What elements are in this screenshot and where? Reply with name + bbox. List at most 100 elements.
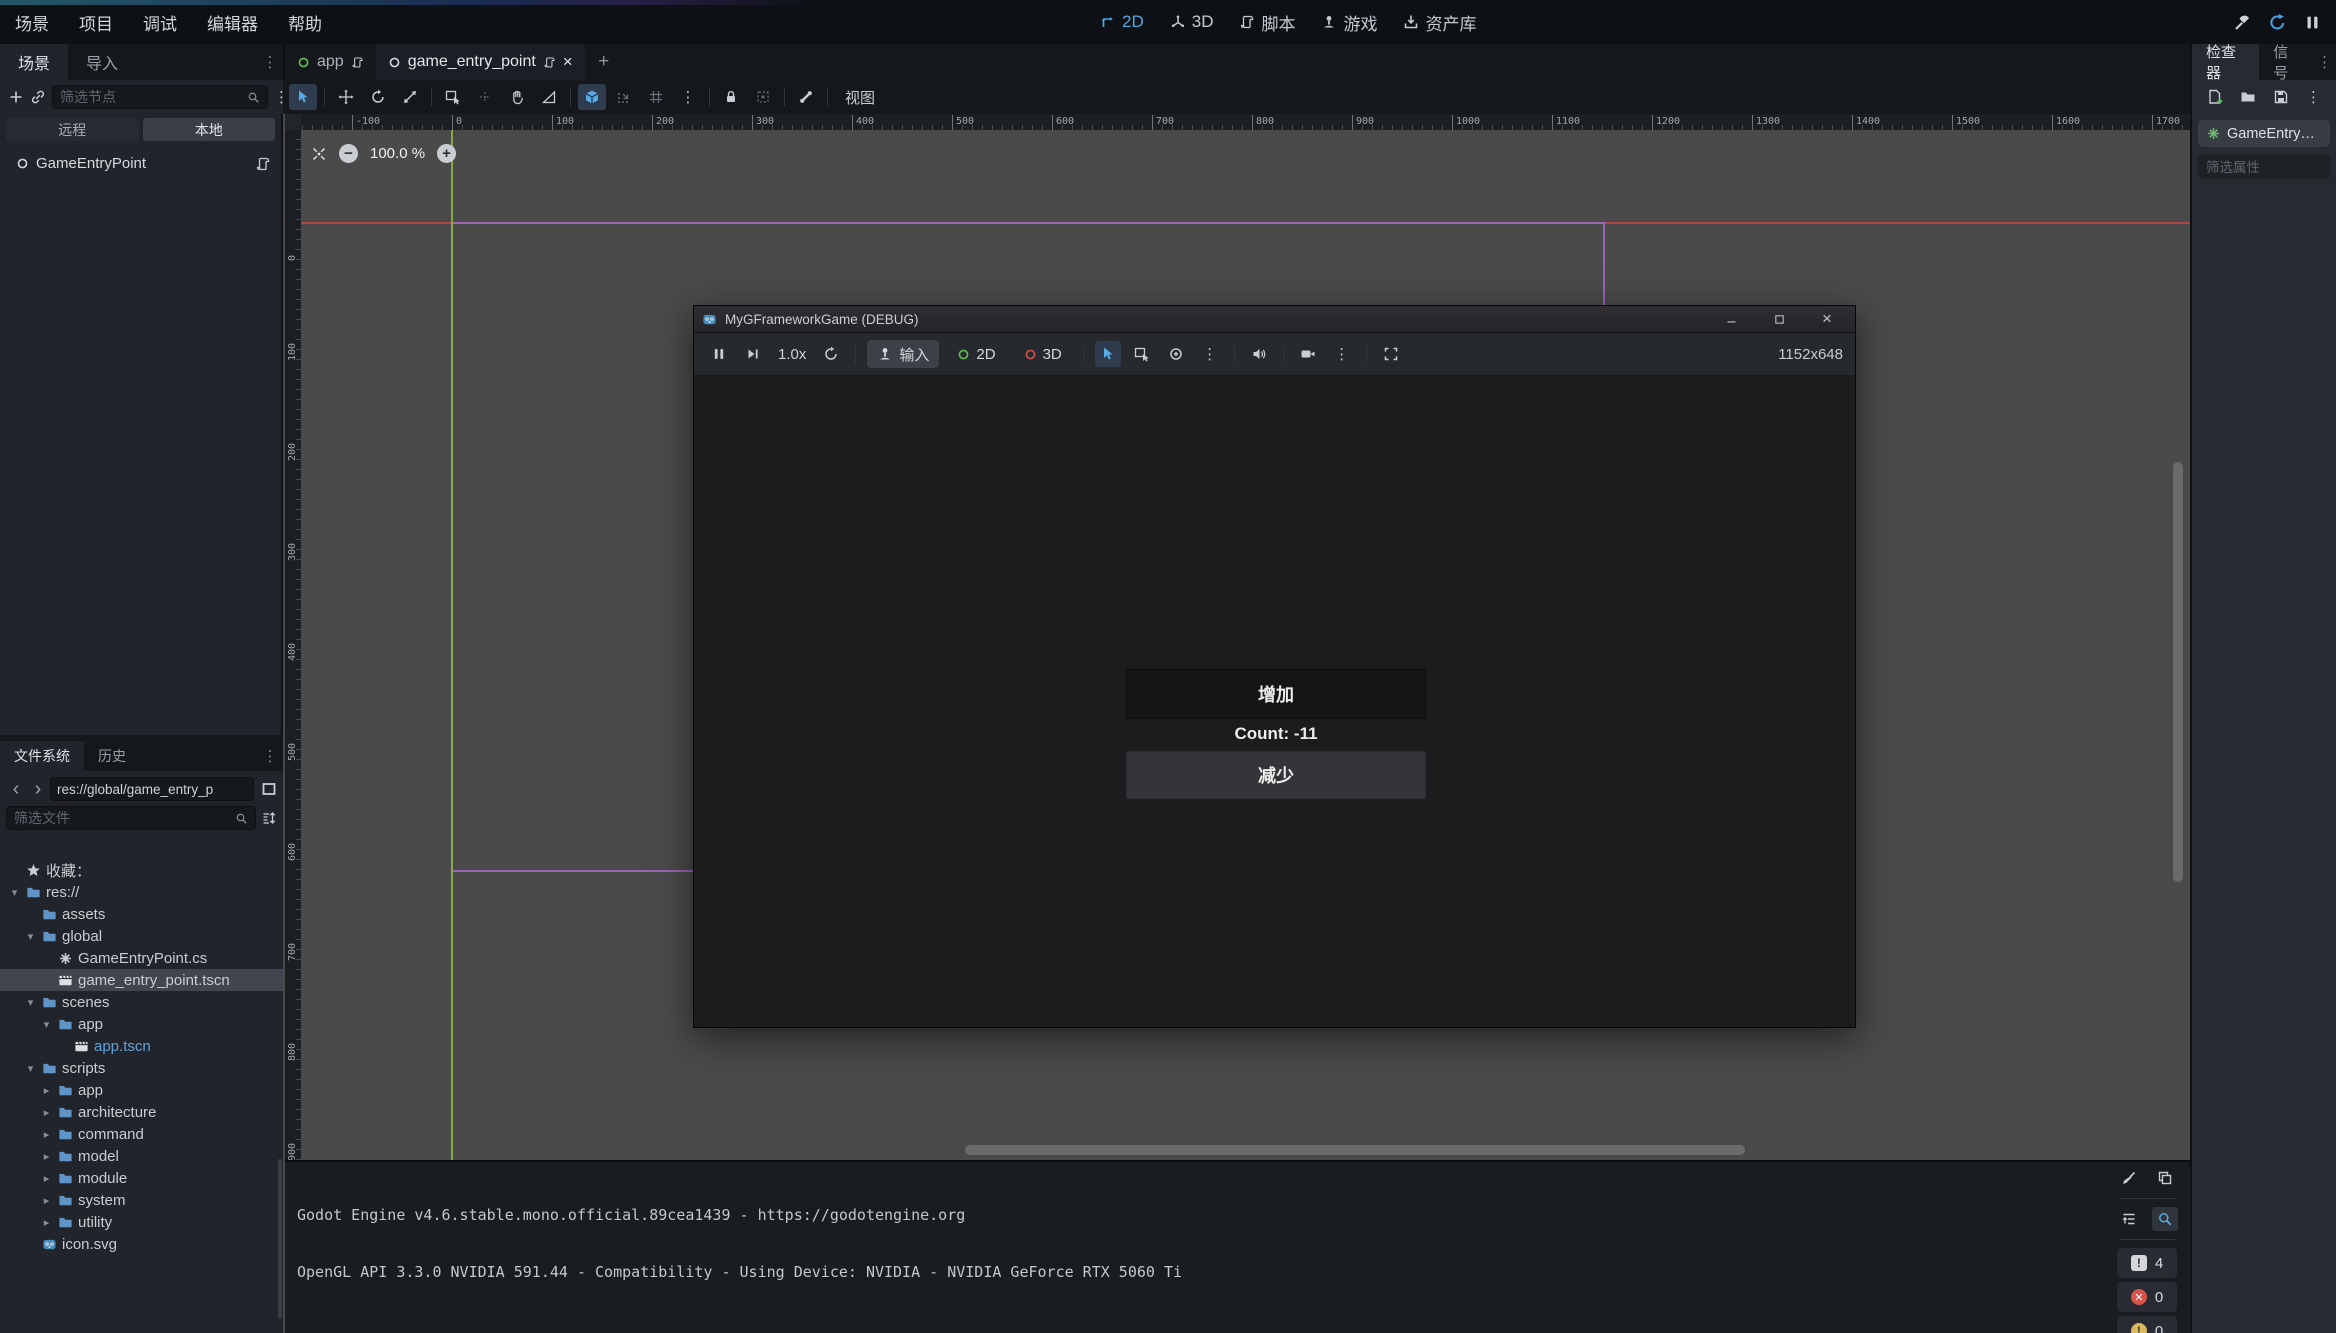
- grid-snap-button[interactable]: [642, 84, 670, 110]
- 2d-viewport[interactable]: -100010020030040050060070080090010001100…: [285, 114, 2190, 1160]
- expand-arrow[interactable]: [40, 1018, 53, 1031]
- file-tree-item[interactable]: command: [0, 1123, 283, 1145]
- file-tree-item[interactable]: model: [0, 1145, 283, 1167]
- nav-back-icon[interactable]: [6, 778, 26, 801]
- load-resource-button[interactable]: [2235, 84, 2260, 110]
- game-window-titlebar[interactable]: MyGFrameworkGame (DEBUG): [694, 306, 1855, 333]
- tab-filesystem[interactable]: 文件系统: [0, 741, 84, 771]
- sort-files-icon[interactable]: [261, 810, 277, 826]
- ruler-tool-button[interactable]: [535, 84, 563, 110]
- switcher-2d[interactable]: 2D: [1100, 12, 1144, 32]
- close-button[interactable]: [1807, 306, 1847, 333]
- warning-filter-button[interactable]: ! 0: [2117, 1316, 2177, 1333]
- pause-icon[interactable]: [2303, 13, 2322, 32]
- lock-button[interactable]: [717, 84, 745, 110]
- expand-arrow[interactable]: [40, 1084, 53, 1097]
- property-filter-input[interactable]: [2206, 160, 2322, 175]
- file-tree-item[interactable]: app.tscn: [0, 1035, 283, 1057]
- build-hammer-icon[interactable]: [2233, 13, 2252, 32]
- scene-tree-root-node[interactable]: GameEntryPoint: [0, 145, 281, 172]
- copy-output-button[interactable]: [2152, 1166, 2178, 1190]
- new-resource-button[interactable]: [2202, 84, 2227, 110]
- vertical-scrollbar[interactable]: [2173, 462, 2183, 882]
- expand-arrow[interactable]: [24, 930, 37, 943]
- menu-editor[interactable]: 编辑器: [192, 0, 273, 44]
- skeleton-button[interactable]: [792, 84, 820, 110]
- path-field[interactable]: [50, 777, 254, 801]
- favorites-row[interactable]: 收藏：: [0, 859, 283, 881]
- expand-arrow[interactable]: [8, 886, 21, 899]
- maximize-button[interactable]: [1759, 306, 1799, 333]
- menu-debug[interactable]: 调试: [128, 0, 192, 44]
- tab-inspector[interactable]: 检查器: [2192, 44, 2259, 80]
- pan-tool-button[interactable]: [503, 84, 531, 110]
- scene-tab-game-entry-point[interactable]: game_entry_point: [376, 44, 585, 80]
- expand-arrow[interactable]: [40, 1194, 53, 1207]
- filesystem-options-icon[interactable]: [257, 741, 283, 771]
- file-tree-item[interactable]: GameEntryPoint.cs: [0, 947, 283, 969]
- expand-arrow[interactable]: [40, 1172, 53, 1185]
- switcher-3d[interactable]: 3D: [1170, 12, 1214, 32]
- error-filter-button[interactable]: ✕ 0: [2117, 1282, 2177, 1312]
- switcher-game[interactable]: 游戏: [1321, 10, 1377, 35]
- group-button[interactable]: [749, 84, 777, 110]
- switcher-assetlib[interactable]: 资产库: [1403, 10, 1476, 35]
- smart-snap-button[interactable]: [578, 84, 606, 110]
- instance-scene-button[interactable]: [30, 84, 46, 110]
- camera-options-icon[interactable]: [1329, 341, 1355, 367]
- file-tree-item[interactable]: architecture: [0, 1101, 283, 1123]
- camera-button[interactable]: [1295, 341, 1321, 367]
- scale-tool-button[interactable]: [396, 84, 424, 110]
- scene-tab-app[interactable]: app: [285, 44, 376, 80]
- move-tool-button[interactable]: [332, 84, 360, 110]
- audio-mute-button[interactable]: [1246, 341, 1272, 367]
- expand-arrow[interactable]: [40, 1128, 53, 1141]
- close-tab-icon[interactable]: [563, 52, 573, 72]
- expand-arrow[interactable]: [24, 996, 37, 1009]
- file-tree-item-selected[interactable]: game_entry_point.tscn: [0, 969, 283, 991]
- nav-forward-icon[interactable]: [28, 778, 48, 801]
- inspector-dock-options-icon[interactable]: [2313, 44, 2336, 80]
- zoom-out-button[interactable]: −: [339, 144, 358, 163]
- file-tree-item[interactable]: icon.svg: [0, 1233, 283, 1255]
- file-tree-item[interactable]: global: [0, 925, 283, 947]
- file-tree-item[interactable]: module: [0, 1167, 283, 1189]
- menu-project[interactable]: 项目: [64, 0, 128, 44]
- game-options-icon[interactable]: [1197, 341, 1223, 367]
- local-button[interactable]: 本地: [143, 118, 276, 141]
- file-tree-item[interactable]: res://: [0, 881, 283, 903]
- suspend-button[interactable]: [706, 341, 732, 367]
- zoom-percent[interactable]: 100.0 %: [370, 145, 425, 162]
- zoom-in-button[interactable]: +: [437, 144, 456, 163]
- dock-options-icon[interactable]: [257, 53, 283, 71]
- file-tree-item[interactable]: scenes: [0, 991, 283, 1013]
- expand-arrow[interactable]: [40, 1216, 53, 1229]
- pick-2d-button[interactable]: 2D: [947, 340, 1005, 368]
- switcher-script[interactable]: 脚本: [1239, 10, 1295, 35]
- expand-arrow[interactable]: [24, 1062, 37, 1075]
- clear-output-button[interactable]: [2116, 1166, 2142, 1190]
- minimize-button[interactable]: [1711, 306, 1751, 333]
- game-select-tool[interactable]: [1095, 341, 1121, 367]
- search-output-button[interactable]: [2152, 1207, 2178, 1231]
- increase-button[interactable]: 增加: [1126, 669, 1426, 719]
- view-menu-button[interactable]: 视图: [835, 85, 885, 110]
- collapse-duplicates-button[interactable]: [2116, 1207, 2142, 1231]
- tab-signals[interactable]: 信号: [2259, 44, 2313, 80]
- split-view-icon[interactable]: [261, 781, 277, 797]
- resource-options-icon[interactable]: [2301, 84, 2326, 110]
- save-resource-button[interactable]: [2268, 84, 2293, 110]
- file-tree-item[interactable]: system: [0, 1189, 283, 1211]
- embed-fullscreen-button[interactable]: [1378, 341, 1404, 367]
- snap-menu-icon[interactable]: [674, 84, 702, 110]
- menu-help[interactable]: 帮助: [273, 0, 337, 44]
- add-node-button[interactable]: [8, 84, 24, 110]
- reload-icon[interactable]: [2268, 13, 2287, 32]
- pick-3d-button[interactable]: 3D: [1014, 340, 1072, 368]
- tab-scene-dock[interactable]: 场景: [0, 44, 68, 80]
- center-view-icon[interactable]: [311, 146, 327, 162]
- inspected-node-row[interactable]: GameEntryPoint: [2198, 120, 2330, 147]
- menu-scene[interactable]: 场景: [0, 0, 64, 44]
- camera-override-button[interactable]: [1163, 341, 1189, 367]
- horizontal-scrollbar[interactable]: [965, 1145, 1745, 1155]
